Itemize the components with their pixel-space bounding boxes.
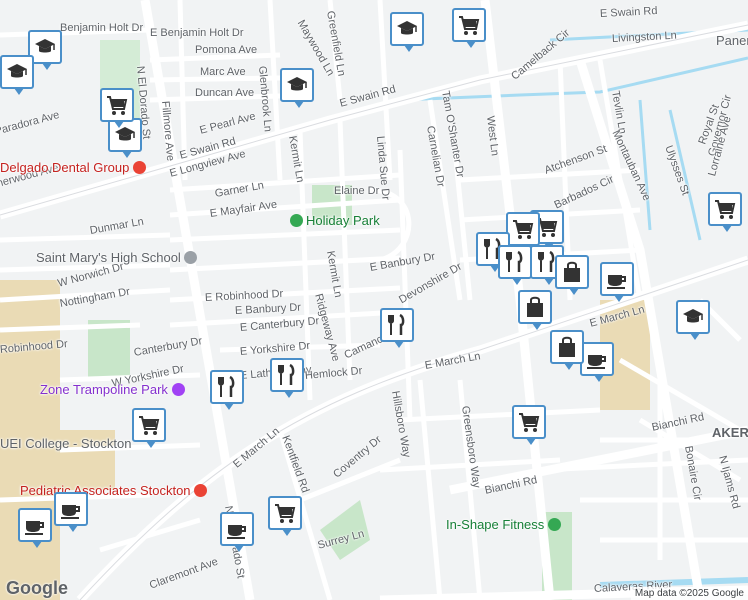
- school-icon: [33, 35, 57, 59]
- shopping-cart-marker[interactable]: [452, 8, 486, 48]
- restaurant-icon: [275, 363, 299, 387]
- shopping-cart-icon: [137, 413, 161, 437]
- canal: [638, 99, 652, 231]
- delgado-dental-group-label[interactable]: Delgado Dental Group: [0, 160, 149, 175]
- street-label: Duncan Ave: [195, 87, 255, 99]
- shopping-bag-marker[interactable]: [550, 330, 584, 370]
- zone-trampoline-park-label[interactable]: Zone Trampoline Park: [40, 382, 188, 397]
- school-icon: [681, 305, 705, 329]
- shopping-cart-marker[interactable]: [512, 405, 546, 445]
- shopping-cart-marker[interactable]: [100, 88, 134, 128]
- shopping-cart-marker[interactable]: [268, 496, 302, 536]
- school-icon: [5, 60, 29, 84]
- school-marker[interactable]: [280, 68, 314, 108]
- map-attribution[interactable]: Map data ©2025 Google: [630, 587, 748, 600]
- restaurant-icon: [215, 375, 239, 399]
- street-label: Elaine Dr: [334, 185, 380, 197]
- restaurant-marker[interactable]: [380, 308, 414, 348]
- cafe-marker[interactable]: [220, 512, 254, 552]
- street-label: Pomona Ave: [195, 44, 258, 56]
- shopping-cart-icon: [457, 13, 481, 37]
- cafe-icon: [225, 517, 249, 541]
- shopping-bag-icon: [523, 295, 547, 319]
- restaurant-marker[interactable]: [210, 370, 244, 410]
- saint-marys-high-school-label[interactable]: Saint Mary's High School: [36, 250, 200, 265]
- restaurant-marker[interactable]: [270, 358, 304, 398]
- cafe-marker[interactable]: [54, 492, 88, 532]
- map-canvas[interactable]: E Swain Rd Benjamin Holt Dr E Benjamin Hol…: [0, 0, 748, 600]
- shopping-cart-icon: [517, 410, 541, 434]
- shopping-bag-marker[interactable]: [518, 290, 552, 330]
- school-marker[interactable]: [0, 55, 34, 95]
- school-icon: [285, 73, 309, 97]
- street-label: Benjamin Holt Dr: [60, 22, 144, 34]
- medical-icon: [194, 484, 208, 497]
- school-marker[interactable]: [390, 12, 424, 52]
- park-icon: [290, 214, 303, 227]
- cafe-icon: [59, 497, 83, 521]
- cafe-marker[interactable]: [580, 342, 614, 382]
- shopping-bag-icon: [555, 335, 579, 359]
- shopping-cart-icon: [713, 197, 737, 221]
- cafe-icon: [585, 347, 609, 371]
- school-icon: [395, 17, 419, 41]
- shopping-bag-icon: [560, 260, 584, 284]
- cafe-icon: [605, 267, 629, 291]
- uei-college-label[interactable]: UEI College - Stockton: [0, 436, 132, 451]
- shopping-cart-icon: [273, 501, 297, 525]
- panera-label[interactable]: Panera: [716, 33, 748, 48]
- shopping-bag-marker[interactable]: [555, 255, 589, 295]
- shopping-cart-icon: [511, 217, 535, 241]
- fitness-icon: [547, 518, 561, 531]
- school-marker[interactable]: [676, 300, 710, 340]
- restaurant-icon: [385, 313, 409, 337]
- street-label: E Benjamin Holt Dr: [150, 27, 244, 39]
- school-icon: [184, 251, 198, 264]
- google-logo: Google: [6, 578, 68, 598]
- entertainment-icon: [171, 383, 185, 396]
- pediatric-associates-label[interactable]: Pediatric Associates Stockton: [20, 483, 210, 498]
- restaurant-marker[interactable]: [498, 245, 532, 285]
- shopping-cart-marker[interactable]: [708, 192, 742, 232]
- shopping-cart-marker[interactable]: [506, 212, 540, 252]
- holiday-park-label[interactable]: Holiday Park: [290, 213, 380, 228]
- restaurant-icon: [503, 250, 527, 274]
- cafe-marker[interactable]: [600, 262, 634, 302]
- shopping-cart-icon: [105, 93, 129, 117]
- aker-label: AKER: [712, 425, 748, 440]
- in-shape-fitness-label[interactable]: In-Shape Fitness: [446, 517, 564, 532]
- medical-icon: [132, 161, 146, 174]
- cafe-marker[interactable]: [18, 508, 52, 548]
- street-label: Marc Ave: [200, 66, 246, 78]
- cafe-icon: [23, 513, 47, 537]
- shopping-cart-marker[interactable]: [132, 408, 166, 448]
